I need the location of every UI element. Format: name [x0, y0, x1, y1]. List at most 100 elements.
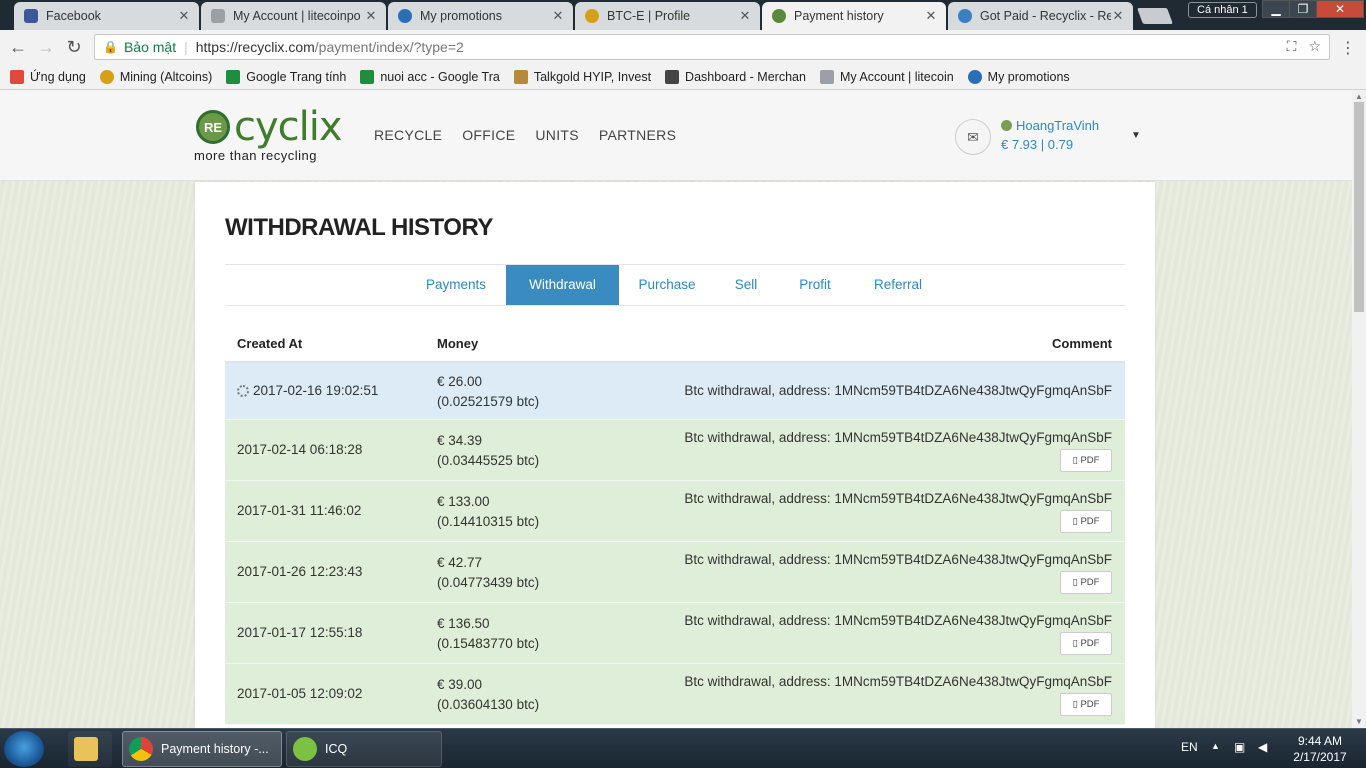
close-icon[interactable]: ✕: [551, 8, 565, 24]
address-bar[interactable]: 🔒 Bảo mật | https://recyclix.com /paymen…: [94, 34, 1330, 60]
chart-icon: [665, 69, 680, 84]
taskbar-chrome[interactable]: Payment history -...: [122, 731, 282, 767]
cell-comment: Btc withdrawal, address: 1MNcm59TB4tDZA6…: [684, 674, 1112, 689]
scroll-down-icon[interactable]: ▼: [1355, 717, 1363, 726]
table-row: 2017-01-26 12:23:43 € 42.77 (0.04773439 b…: [225, 542, 1125, 603]
cell-money: € 39.00 (0.03604130 btc): [437, 675, 539, 715]
pdf-label: PDF: [1080, 455, 1100, 466]
close-icon[interactable]: ✕: [177, 8, 191, 24]
pdf-button[interactable]: ▯ PDF: [1060, 632, 1112, 655]
site-header: RE cyclix more than recycling RECYCLE OF…: [0, 90, 1352, 181]
pdf-file-icon: ▯: [1072, 455, 1078, 466]
scrollbar-thumb[interactable]: [1354, 102, 1364, 312]
cell-created-at: 2017-01-05 12:09:02: [237, 686, 363, 701]
cell-money: € 136.50 (0.15483770 btc): [437, 614, 539, 654]
close-icon[interactable]: ✕: [738, 8, 752, 24]
browser-tab-got-paid[interactable]: Got Paid - Recyclix - Re ✕: [948, 2, 1133, 30]
bookmark-sheets[interactable]: Google Trang tính: [226, 69, 346, 84]
page-scrollbar[interactable]: ▲ ▼: [1352, 90, 1366, 728]
bookmark-apps[interactable]: Ứng dụng: [10, 69, 86, 84]
volume-muted-icon[interactable]: ◀: [1258, 740, 1267, 754]
browser-tab-btce[interactable]: BTC-E | Profile ✕: [575, 2, 760, 30]
amount-eur: € 133.00: [437, 494, 490, 509]
amount-eur: € 42.77: [437, 555, 483, 570]
maximize-button[interactable]: ❐: [1289, 0, 1317, 18]
site-logo[interactable]: RE cyclix more than recycling: [194, 104, 354, 164]
column-comment: Comment: [1052, 336, 1112, 351]
bookmark-litecoin[interactable]: My Account | litecoin: [819, 69, 954, 84]
icq-flower-icon: [293, 737, 317, 761]
user-balance: € 7.93 | 0.79: [1001, 137, 1074, 152]
tab-title: BTC-E | Profile: [607, 9, 691, 23]
pdf-button[interactable]: ▯ PDF: [1060, 449, 1112, 472]
nav-partners[interactable]: PARTNERS: [599, 127, 676, 143]
bookmark-star-icon[interactable]: ☆: [1308, 38, 1321, 55]
system-clock[interactable]: 9:44 AM 2/17/2017: [1280, 733, 1360, 765]
taskbar-label: ICQ: [325, 742, 348, 756]
online-status-icon: [1001, 120, 1012, 131]
tab-title: Facebook: [46, 9, 101, 23]
close-icon[interactable]: ✕: [1111, 8, 1125, 24]
translate-icon[interactable]: ⛶: [1287, 38, 1297, 55]
pdf-file-icon: ▯: [1072, 699, 1078, 710]
pdf-label: PDF: [1080, 577, 1100, 588]
browser-tab-facebook[interactable]: Facebook ✕: [14, 2, 199, 30]
bookmark-talkgold[interactable]: Talkgold HYIP, Invest: [513, 69, 651, 84]
cell-money: € 34.39 (0.03445525 btc): [437, 431, 539, 471]
pdf-button[interactable]: ▯ PDF: [1060, 571, 1112, 594]
tab-profit[interactable]: Profit: [790, 265, 840, 305]
tab-sell[interactable]: Sell: [725, 265, 767, 305]
tab-referral[interactable]: Referral: [863, 265, 933, 305]
tray-expand-icon[interactable]: ▲: [1211, 741, 1220, 751]
folder-icon: [74, 737, 98, 761]
profile-button[interactable]: Cá nhân 1: [1188, 2, 1257, 18]
chrome-menu-icon[interactable]: ⋮: [1340, 38, 1356, 58]
close-icon[interactable]: ✕: [364, 8, 378, 24]
browser-tab-payment-history[interactable]: Payment history ✕: [762, 2, 946, 30]
reload-icon[interactable]: ↻: [64, 37, 84, 57]
bitcoin-icon: [99, 69, 114, 84]
nav-office[interactable]: OFFICE: [462, 127, 515, 143]
pdf-button[interactable]: ▯ PDF: [1060, 510, 1112, 533]
pdf-button[interactable]: ▯ PDF: [1060, 693, 1112, 716]
column-money: Money: [437, 336, 479, 351]
tab-withdrawal[interactable]: Withdrawal: [506, 265, 619, 305]
pending-spinner-icon: [237, 385, 249, 397]
network-icon[interactable]: ▣: [1234, 740, 1245, 754]
taskbar-icq[interactable]: ICQ: [286, 731, 442, 767]
minimize-button[interactable]: ▁: [1262, 0, 1290, 18]
tab-purchase[interactable]: Purchase: [627, 265, 707, 305]
cell-comment: Btc withdrawal, address: 1MNcm59TB4tDZA6…: [684, 430, 1112, 445]
cell-comment: Btc withdrawal, address: 1MNcm59TB4tDZA6…: [684, 613, 1112, 628]
table-row: 2017-01-05 12:09:02 € 39.00 (0.03604130 b…: [225, 664, 1125, 725]
clock-time: 9:44 AM: [1297, 734, 1343, 748]
language-indicator[interactable]: EN: [1181, 740, 1198, 754]
taskbar-explorer[interactable]: [68, 731, 112, 767]
tab-title: Got Paid - Recyclix - Re: [980, 9, 1111, 23]
bookmark-dashboard[interactable]: Dashboard - Merchan: [665, 69, 806, 84]
amount-btc: (0.02521579 btc): [437, 394, 540, 409]
user-menu[interactable]: HoangTraVinh € 7.93 | 0.79: [1001, 118, 1099, 152]
bookmark-nuoi-acc[interactable]: nuoi acc - Google Tra: [360, 69, 500, 84]
window-close-button[interactable]: ✕: [1316, 0, 1364, 18]
start-button[interactable]: [4, 731, 44, 767]
bookmark-label: Dashboard - Merchan: [685, 69, 806, 84]
taskbar-label: Payment history -...: [161, 742, 269, 756]
pdf-file-icon: ▯: [1072, 577, 1078, 588]
nav-units[interactable]: UNITS: [535, 127, 579, 143]
new-tab-button[interactable]: [1137, 8, 1173, 24]
browser-tab-promotions[interactable]: My promotions ✕: [388, 2, 573, 30]
close-icon[interactable]: ✕: [924, 8, 938, 24]
caret-down-icon[interactable]: ▼: [1131, 130, 1141, 141]
tab-payments[interactable]: Payments: [415, 265, 497, 305]
scroll-up-icon[interactable]: ▲: [1355, 92, 1363, 101]
forward-icon[interactable]: →: [36, 37, 56, 57]
browser-toolbar: ← → ↻ 🔒 Bảo mật | https://recyclix.com /…: [0, 30, 1366, 64]
account-icon: [819, 69, 834, 84]
bookmark-mining[interactable]: Mining (Altcoins): [99, 69, 212, 84]
back-icon[interactable]: ←: [8, 37, 28, 57]
bookmark-promotions[interactable]: My promotions: [967, 69, 1070, 84]
messages-button[interactable]: ✉: [955, 119, 991, 155]
nav-recycle[interactable]: RECYCLE: [374, 127, 442, 143]
browser-tab-litecoinpool[interactable]: My Account | litecoinpo ✕: [201, 2, 386, 30]
